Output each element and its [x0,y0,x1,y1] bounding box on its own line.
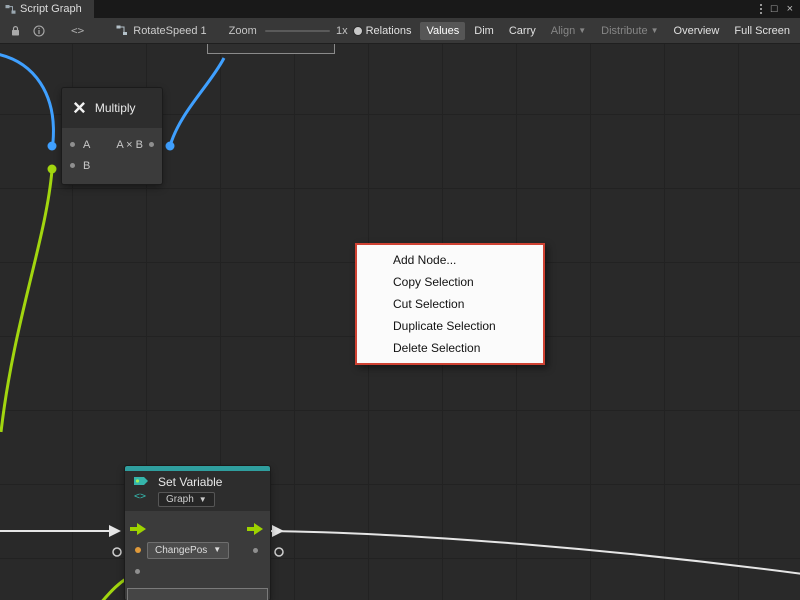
scope-label: Graph [166,494,194,505]
port-out-label: A × B [116,139,143,151]
breadcrumb-label: RotateSpeed 1 [133,25,206,37]
menu-icon[interactable] [760,4,762,14]
node-multiply[interactable]: × Multiply A A × B B [62,88,162,184]
multiply-icon: × [73,97,86,119]
toolbar-button-relations[interactable]: Relations [360,22,418,40]
zoom-label: Zoom [229,25,257,37]
variable-scope-dropdown[interactable]: Graph ▼ [158,492,215,507]
set-variable-title: Set Variable [158,475,222,489]
variable-value-field[interactable] [127,588,268,600]
svg-text:<>: <> [134,491,146,502]
toolbar-button-align[interactable]: Align ▼ [545,22,592,40]
set-variable-body: ChangePos ▼ [125,511,270,600]
chevron-down-icon: ▼ [651,27,659,35]
toolbar-button-dim[interactable]: Dim [468,22,500,40]
input-port-b-icon[interactable] [70,163,75,168]
multiply-row-b: B [62,155,162,176]
zoom-slider-track[interactable] [265,30,330,32]
value-input-port-icon[interactable] [135,569,140,574]
info-icon[interactable] [33,25,45,37]
set-variable-icon: <> [133,475,151,511]
toolbar-buttons: Relations Values Dim Carry Align ▼ Distr… [360,22,796,40]
zoom-value: 1x [336,25,348,37]
script-graph-icon [5,4,16,15]
window-controls: □ × [760,3,800,15]
menu-item-add-node[interactable]: Add Node... [357,249,543,271]
graph-toolbar: <> RotateSpeed 1 Zoom 1x Relations Value… [0,18,800,44]
output-value-port-icon[interactable] [253,548,258,553]
toolbar-button-carry[interactable]: Carry [503,22,542,40]
output-port-icon[interactable] [149,142,154,147]
multiply-node-title: Multiply [95,101,136,115]
variable-name-port-icon[interactable] [135,547,141,553]
port-b-label: B [83,160,90,172]
distribute-label: Distribute [601,25,647,37]
code-icon[interactable]: <> [71,24,84,37]
control-flow-row [125,519,270,539]
tab-label: Script Graph [20,3,82,15]
set-variable-header[interactable]: <> Set Variable Graph ▼ [125,471,270,511]
tab-script-graph[interactable]: Script Graph [0,0,94,18]
chevron-down-icon: ▼ [578,27,586,35]
variable-name-dropdown[interactable]: ChangePos ▼ [147,542,229,559]
menu-item-delete-selection[interactable]: Delete Selection [357,337,543,359]
menu-item-cut-selection[interactable]: Cut Selection [357,293,543,315]
control-output-arrow-icon[interactable] [247,523,265,535]
titlebar: Script Graph □ × [0,0,800,18]
node-set-variable[interactable]: <> Set Variable Graph ▼ [125,466,270,600]
input-port-a-icon[interactable] [70,142,75,147]
toolbar-button-fullscreen[interactable]: Full Screen [728,22,796,40]
lock-icon[interactable] [10,25,21,37]
control-input-arrow-icon[interactable] [130,523,148,535]
port-a-label: A [83,139,90,151]
chevron-down-icon: ▼ [213,546,221,554]
toolbar-button-distribute[interactable]: Distribute ▼ [595,22,664,40]
variable-name-row: ChangePos ▼ [125,539,270,561]
multiply-row-a: A A × B [62,134,162,155]
toolbar-button-values[interactable]: Values [420,22,465,40]
script-graph-window: × Multiply A A × B B <> [0,0,800,600]
toolbar-button-overview[interactable]: Overview [668,22,726,40]
align-label: Align [551,25,575,37]
maximize-icon[interactable]: □ [771,3,778,15]
multiply-node-body: A A × B B [62,128,162,184]
variable-name-label: ChangePos [155,545,207,556]
close-icon[interactable]: × [787,3,793,15]
multiply-node-header[interactable]: × Multiply [62,88,162,128]
graph-breadcrumb-icon [116,25,128,36]
value-input-row [125,561,270,581]
zoom-slider-knob[interactable] [353,26,363,36]
menu-item-copy-selection[interactable]: Copy Selection [357,271,543,293]
breadcrumb[interactable]: RotateSpeed 1 [116,25,206,37]
zoom-slider[interactable] [265,25,330,37]
chevron-down-icon: ▼ [199,496,207,504]
menu-item-duplicate-selection[interactable]: Duplicate Selection [357,315,543,337]
context-menu: Add Node... Copy Selection Cut Selection… [355,243,545,365]
